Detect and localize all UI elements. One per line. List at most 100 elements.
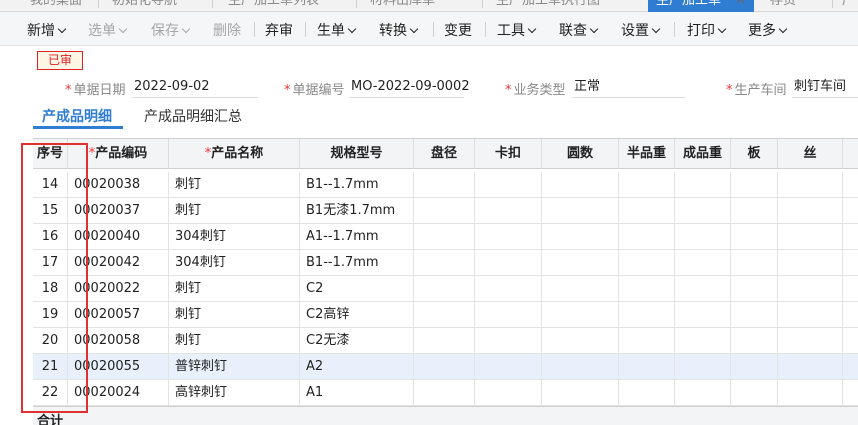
cell-empty[interactable] xyxy=(475,302,542,328)
cell-empty[interactable] xyxy=(542,302,619,328)
cell-empty[interactable] xyxy=(542,328,619,354)
cell-empty[interactable] xyxy=(731,224,778,250)
cell-name[interactable]: 普锌刺钉 xyxy=(169,354,300,380)
cell-empty[interactable] xyxy=(619,250,675,276)
cell-spec[interactable]: B1无漆1.7mm xyxy=(300,198,414,224)
settings-button[interactable]: 设置 xyxy=(621,20,661,40)
select-order-button[interactable]: 选单 xyxy=(88,20,128,40)
cell-empty[interactable] xyxy=(675,354,731,380)
cell-spec[interactable]: C2高锌 xyxy=(300,302,414,328)
cell-empty[interactable] xyxy=(778,172,843,198)
table-row[interactable]: 21 00020055 普锌刺钉 A2 xyxy=(33,354,858,380)
cell-empty[interactable] xyxy=(675,198,731,224)
col-product-name[interactable]: *产品名称 xyxy=(169,139,300,169)
cell-name[interactable]: 刺钉 xyxy=(169,198,300,224)
tab-my-desktop[interactable]: 我的桌面 xyxy=(30,0,82,12)
cell-spec[interactable]: A2 xyxy=(300,354,414,380)
cell-empty[interactable] xyxy=(619,380,675,406)
workshop-field[interactable]: 刺钉车间 xyxy=(792,76,858,98)
cell-empty[interactable] xyxy=(778,198,843,224)
cell-empty[interactable] xyxy=(542,250,619,276)
cell-empty[interactable] xyxy=(619,276,675,302)
cell-empty[interactable] xyxy=(414,276,475,302)
cell-empty[interactable] xyxy=(619,354,675,380)
cell-empty[interactable] xyxy=(414,354,475,380)
cell-empty[interactable] xyxy=(731,172,778,198)
col-clip[interactable]: 卡扣 xyxy=(475,139,542,169)
cell-name[interactable]: 高锌刺钉 xyxy=(169,380,300,406)
cell-empty[interactable] xyxy=(731,302,778,328)
cell-empty[interactable] xyxy=(619,224,675,250)
cell-empty[interactable] xyxy=(731,328,778,354)
cell-empty[interactable] xyxy=(414,380,475,406)
cell-empty[interactable] xyxy=(675,250,731,276)
col-spec[interactable]: 规格型号 xyxy=(300,139,414,169)
unapprove-button[interactable]: 弃审 xyxy=(265,20,293,40)
table-row[interactable]: 14 00020038 刺钉 B1--1.7mm xyxy=(33,172,858,198)
col-semi-weight[interactable]: 半品重 xyxy=(619,139,675,169)
table-row[interactable]: 22 00020024 高锌刺钉 A1 xyxy=(33,380,858,406)
cell-empty[interactable] xyxy=(619,328,675,354)
tab-production-order-list[interactable]: 生产加工单列表 xyxy=(228,0,319,12)
tab-production-order-chart[interactable]: 生产加工单执行图 xyxy=(496,0,600,12)
cell-empty[interactable] xyxy=(675,172,731,198)
cell-empty[interactable] xyxy=(731,276,778,302)
cell-empty[interactable] xyxy=(542,172,619,198)
print-button[interactable]: 打印 xyxy=(687,20,727,40)
cell-empty[interactable] xyxy=(475,172,542,198)
col-coil-count[interactable]: 圆数 xyxy=(542,139,619,169)
tab-init-guide[interactable]: 初始化导航 xyxy=(112,0,177,12)
tab-production-order[interactable]: 生产加工单 ✕ xyxy=(648,0,755,12)
cell-empty[interactable] xyxy=(619,198,675,224)
cell-empty[interactable] xyxy=(542,198,619,224)
cell-empty[interactable] xyxy=(619,302,675,328)
cell-empty[interactable] xyxy=(542,224,619,250)
more-button[interactable]: 更多 xyxy=(748,20,788,40)
cell-spec[interactable]: B1--1.7mm xyxy=(300,250,414,276)
cell-empty[interactable] xyxy=(675,302,731,328)
cell-spec[interactable]: C2无漆 xyxy=(300,328,414,354)
date-field[interactable]: 2022-09-02 xyxy=(132,76,258,98)
cell-empty[interactable] xyxy=(619,172,675,198)
cell-empty[interactable] xyxy=(475,250,542,276)
cell-name[interactable]: 304刺钉 xyxy=(169,224,300,250)
cell-spec[interactable]: A1--1.7mm xyxy=(300,224,414,250)
cell-empty[interactable] xyxy=(778,224,843,250)
cell-name[interactable]: 刺钉 xyxy=(169,172,300,198)
cell-empty[interactable] xyxy=(731,198,778,224)
tab-inventory[interactable]: 存货 xyxy=(770,0,796,12)
biz-type-field[interactable]: 正常 xyxy=(572,76,685,98)
cell-name[interactable]: 刺钉 xyxy=(169,328,300,354)
cell-empty[interactable] xyxy=(475,224,542,250)
tab-product-summary[interactable]: 产成品明细汇总 xyxy=(144,106,242,126)
cell-empty[interactable] xyxy=(475,276,542,302)
change-button[interactable]: 变更 xyxy=(444,20,472,40)
cell-empty[interactable] xyxy=(475,198,542,224)
cell-name[interactable]: 刺钉 xyxy=(169,302,300,328)
cell-empty[interactable] xyxy=(731,250,778,276)
tab-product-detail[interactable]: 产成品明细 xyxy=(42,106,112,126)
cell-spec[interactable]: A1 xyxy=(300,380,414,406)
cell-empty[interactable] xyxy=(778,276,843,302)
table-row[interactable]: 18 00020022 刺钉 C2 xyxy=(33,276,858,302)
cell-empty[interactable] xyxy=(475,354,542,380)
cell-empty[interactable] xyxy=(675,276,731,302)
col-finished-weight[interactable]: 成品重 xyxy=(675,139,731,169)
tab-more[interactable]: 产 xyxy=(842,0,855,12)
code-field[interactable]: MO-2022-09-0002 xyxy=(349,76,470,98)
cell-empty[interactable] xyxy=(778,302,843,328)
save-button[interactable]: 保存 xyxy=(151,20,191,40)
cell-empty[interactable] xyxy=(542,380,619,406)
cell-empty[interactable] xyxy=(778,380,843,406)
cell-empty[interactable] xyxy=(675,224,731,250)
cell-name[interactable]: 刺钉 xyxy=(169,276,300,302)
cell-empty[interactable] xyxy=(731,354,778,380)
cell-empty[interactable] xyxy=(778,250,843,276)
table-row[interactable]: 16 00020040 304刺钉 A1--1.7mm xyxy=(33,224,858,250)
cell-empty[interactable] xyxy=(675,380,731,406)
table-row[interactable]: 19 00020057 刺钉 C2高锌 xyxy=(33,302,858,328)
close-icon[interactable]: ✕ xyxy=(735,0,746,8)
tools-button[interactable]: 工具 xyxy=(497,20,537,40)
cell-empty[interactable] xyxy=(475,380,542,406)
cell-empty[interactable] xyxy=(778,328,843,354)
